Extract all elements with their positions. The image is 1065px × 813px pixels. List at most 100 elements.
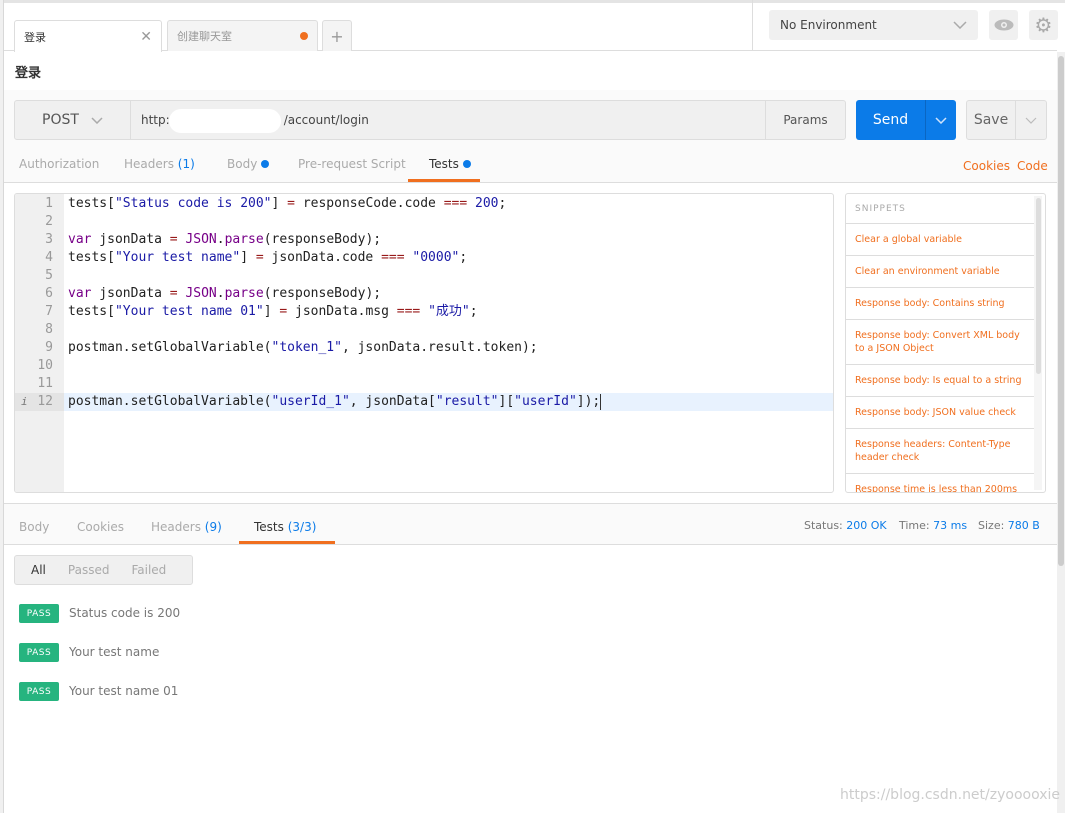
tab-body[interactable]: Body — [227, 157, 270, 171]
code-line[interactable]: 5 — [15, 267, 833, 285]
filter-passed[interactable]: Passed — [46, 563, 110, 577]
save-options-button[interactable] — [1016, 101, 1046, 139]
send-button[interactable]: Send — [856, 100, 926, 140]
code-token: jsonData — [91, 232, 170, 247]
tab-tests[interactable]: Tests — [429, 157, 471, 171]
code-token: . — [216, 232, 225, 247]
url-bar: POST http: /account/login Params — [14, 100, 846, 140]
code-line[interactable]: 6 var jsonData = JSON.parse(responseBody)… — [15, 285, 833, 303]
code-token: ; — [459, 250, 468, 265]
request-title: 登录 — [15, 66, 42, 81]
snippet-item[interactable]: Response body: Is equal to a string — [846, 365, 1034, 397]
send-options-button[interactable] — [926, 100, 956, 140]
code-token: === — [381, 250, 405, 265]
text-cursor — [600, 393, 602, 410]
code-line[interactable]: 1 tests["Status code is 200"] = responseC… — [15, 195, 833, 213]
snippet-item[interactable]: Response time is less than 200ms — [846, 474, 1034, 492]
tab-authorization[interactable]: Authorization — [19, 157, 99, 171]
code-token: var — [68, 232, 92, 247]
tab-headers[interactable]: Headers (1) — [124, 157, 195, 171]
snippet-item[interactable]: Response headers: Content-Type header ch… — [846, 429, 1034, 474]
tab-login[interactable]: 登录 ✕ — [14, 20, 162, 52]
code-line[interactable]: 2 — [15, 213, 833, 231]
page-scrollbar[interactable] — [1057, 52, 1065, 813]
pass-badge: PASS — [19, 682, 59, 701]
code-token: === — [396, 304, 421, 319]
save-button[interactable]: Save — [967, 101, 1016, 139]
response-tab-tests[interactable]: Tests (3/3) — [254, 520, 316, 534]
code-token: = — [169, 232, 178, 247]
settings-button[interactable]: ⚙ — [1029, 10, 1058, 40]
environment-value: No Environment — [780, 18, 877, 32]
status-value: 200 OK — [846, 519, 887, 532]
code-token: ] — [240, 250, 256, 265]
code-line[interactable]: 11 — [15, 375, 833, 393]
tab-label: Body — [19, 520, 50, 534]
code-line[interactable]: 9 postman.setGlobalVariable("token_1", js… — [15, 339, 833, 357]
snippets-panel: SNIPPETS Clear a global variable Clear an… — [845, 193, 1046, 493]
headers-count: (9) — [204, 520, 222, 534]
code-token: = — [279, 304, 288, 319]
line-number: 4 — [45, 250, 53, 265]
snippet-item[interactable]: Clear a global variable — [846, 224, 1034, 256]
code-token: , jsonData.result.token); — [341, 340, 538, 355]
code-token: "result" — [435, 394, 499, 409]
new-tab-button[interactable]: + — [322, 20, 352, 51]
snippet-item[interactable]: Clear an environment variable — [846, 256, 1034, 288]
snippet-item[interactable]: Response body: JSON value check — [846, 397, 1034, 429]
code-token: "token_1" — [271, 340, 342, 355]
code-token: === — [443, 196, 468, 211]
filter-all[interactable]: All — [15, 563, 46, 577]
close-icon[interactable]: ✕ — [140, 29, 152, 45]
divider — [752, 0, 753, 50]
code-token: responseCode.code — [295, 196, 444, 211]
tests-count: (3/3) — [287, 520, 317, 534]
tab-label: Body — [227, 157, 258, 171]
tab-pre-request-script[interactable]: Pre-request Script — [298, 157, 406, 171]
url-input[interactable]: http: /account/login — [131, 101, 765, 139]
tab-label: Tests — [254, 520, 284, 534]
chevron-down-icon — [1025, 117, 1037, 124]
tab-label: Headers — [151, 520, 201, 534]
response-tab-headers[interactable]: Headers (9) — [151, 520, 222, 534]
redacted-host — [169, 109, 281, 133]
modified-dot-icon — [462, 160, 471, 168]
code-line[interactable]: 3 var jsonData = JSON.parse(responseBody)… — [15, 231, 833, 249]
code-line[interactable]: 4 tests["Your test name"] = jsonData.code… — [15, 249, 833, 267]
snippets-scrollbar[interactable] — [1036, 198, 1041, 374]
gear-icon: ⚙ — [1034, 13, 1053, 37]
scrollbar-thumb[interactable] — [1058, 56, 1064, 566]
size-value: 780 B — [1007, 519, 1040, 532]
code-line[interactable]: i 12 postman.setGlobalVariable("userId_1",… — [15, 393, 833, 411]
tab-label: 登录 — [24, 30, 46, 44]
snippet-item[interactable]: Response body: Convert XML body to a JSO… — [846, 320, 1034, 365]
snippet-item[interactable]: Response body: Contains string — [846, 288, 1034, 320]
line-number: 11 — [37, 376, 53, 391]
tests-code-editor[interactable]: 1 tests["Status code is 200"] = responseC… — [14, 193, 834, 493]
code-token: "Status code is 200" — [114, 196, 272, 211]
status-label: Status: — [804, 519, 843, 532]
code-token: tests[ — [68, 304, 115, 319]
response-tab-body[interactable]: Body — [19, 520, 49, 534]
code-line[interactable]: 8 — [15, 321, 833, 339]
code-line[interactable]: 10 — [15, 357, 833, 375]
code-link[interactable]: Code — [1017, 159, 1048, 173]
filter-failed[interactable]: Failed — [109, 563, 166, 577]
active-tab-indicator — [408, 179, 480, 182]
cookies-link[interactable]: Cookies — [963, 159, 1010, 173]
environment-select[interactable]: No Environment — [769, 10, 978, 40]
code-token: parse — [224, 232, 264, 247]
response-tab-cookies[interactable]: Cookies — [77, 520, 124, 534]
environment-quick-look-button[interactable] — [989, 10, 1018, 40]
headers-count: (1) — [177, 157, 195, 171]
method-select[interactable]: POST — [15, 101, 131, 139]
params-button[interactable]: Params — [765, 101, 845, 139]
code-line[interactable]: 7 tests["Your test name 01"] = jsonData.m… — [15, 303, 833, 321]
line-number: 12 — [37, 394, 53, 409]
tab-create-chatroom[interactable]: 创建聊天室 — [167, 20, 318, 51]
line-number: 5 — [45, 268, 53, 283]
active-tab-indicator — [239, 541, 335, 544]
test-filter-group: All Passed Failed — [14, 555, 193, 585]
